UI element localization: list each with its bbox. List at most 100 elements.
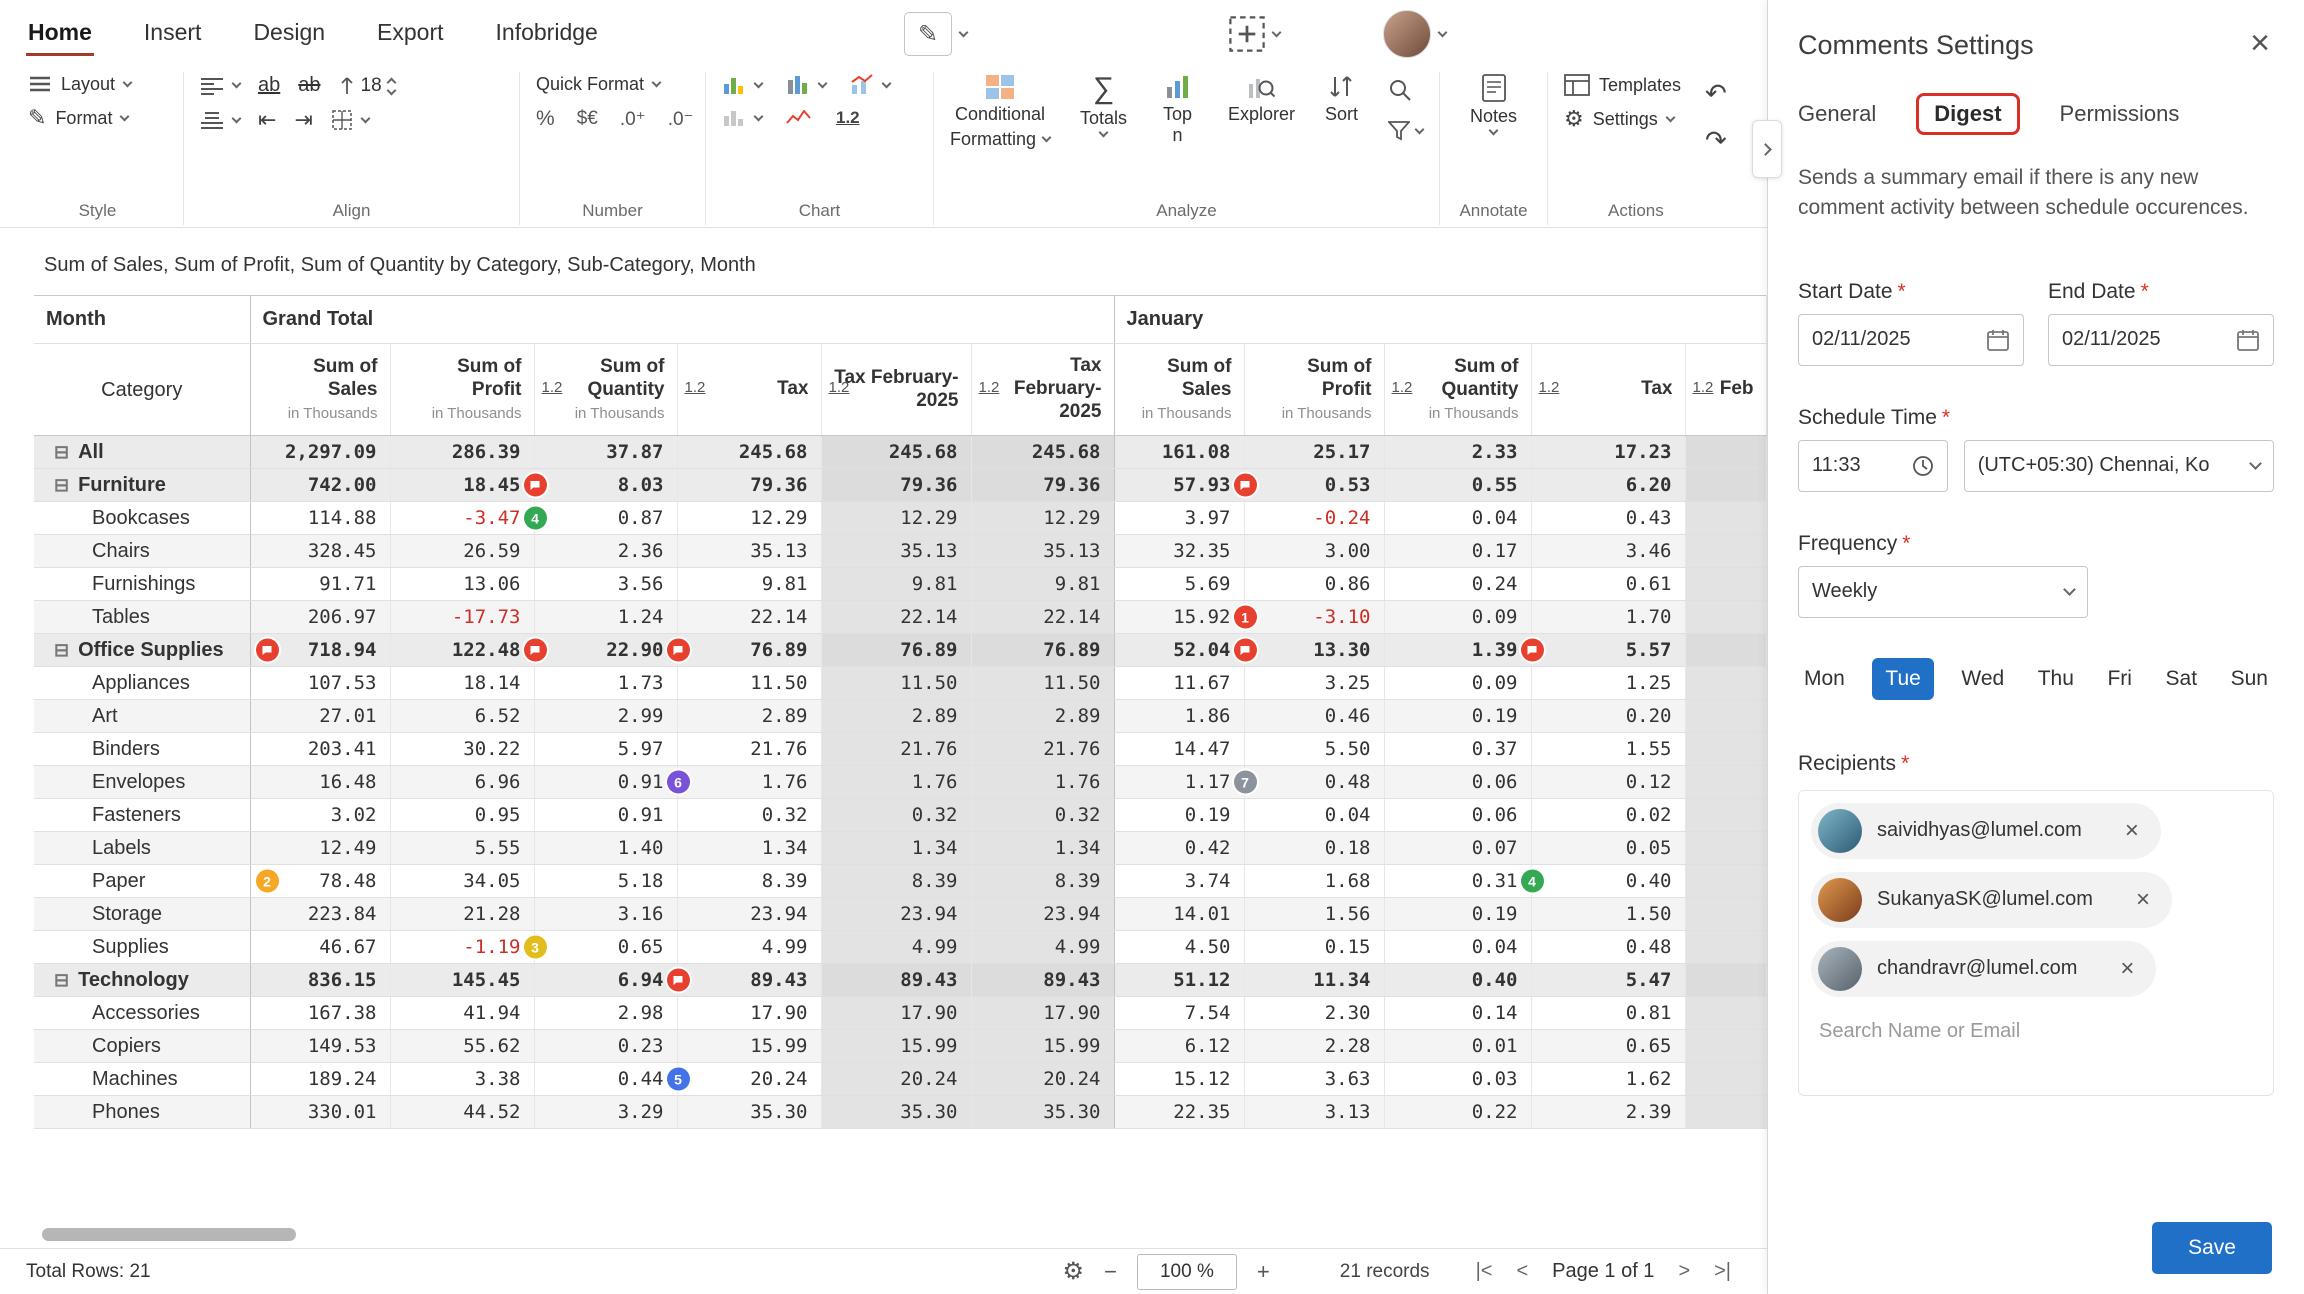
column-header[interactable]: Sum of Sales in Thousands <box>1114 343 1245 436</box>
value-cell[interactable]: 89.43 <box>821 963 972 997</box>
value-cell[interactable]: 57.93 <box>1114 468 1257 502</box>
recipient-chip[interactable]: saividhyas@lumel.com × <box>1811 802 2161 859</box>
decrease-decimal-icon[interactable]: .0⁻ <box>668 108 694 131</box>
value-cell[interactable] <box>1685 897 1767 931</box>
value-cell[interactable]: 1.55 <box>1531 732 1686 766</box>
combo-chart-button[interactable] <box>850 74 892 96</box>
comment-indicator-badge[interactable] <box>1520 638 1544 662</box>
value-cell[interactable]: 149.53 <box>250 1029 391 1063</box>
value-cell[interactable]: 718.94 <box>250 633 391 667</box>
value-cell[interactable]: 161.08 <box>1114 435 1245 469</box>
value-cell[interactable]: 1.86 <box>1114 699 1245 733</box>
category-cell[interactable]: Furnishings <box>34 567 251 601</box>
column-header[interactable]: 1.2 Tax <box>1531 343 1686 436</box>
value-cell[interactable]: 0.20 <box>1531 699 1686 733</box>
value-cell[interactable] <box>1685 798 1767 832</box>
remove-recipient-icon[interactable]: × <box>2136 887 2150 912</box>
value-cell[interactable]: 0.01 <box>1384 1029 1532 1063</box>
layout-button[interactable]: Layout <box>28 74 167 95</box>
number-format-indicator[interactable]: 1.2 <box>829 379 850 397</box>
last-page-button[interactable]: >| <box>1714 1260 1731 1283</box>
category-cell[interactable]: Tables <box>34 600 251 634</box>
comment-count-badge[interactable]: 7 <box>1233 770 1257 794</box>
comment-indicator-badge[interactable] <box>523 638 547 662</box>
value-cell[interactable]: 16.48 <box>250 765 391 799</box>
number-format-indicator[interactable]: 1.2 <box>542 379 563 397</box>
end-date-input[interactable]: 02/11/2025 <box>2048 313 2274 366</box>
collapse-icon[interactable]: ⊟ <box>54 640 69 660</box>
day-mon[interactable]: Mon <box>1798 658 1851 700</box>
next-page-button[interactable]: > <box>1678 1260 1690 1283</box>
value-cell[interactable]: 0.40 <box>1531 864 1686 898</box>
category-cell[interactable]: ⊟ All <box>34 435 251 469</box>
value-cell[interactable] <box>1685 864 1767 898</box>
value-cell[interactable]: 3.46 <box>1531 534 1686 568</box>
day-tue[interactable]: Tue <box>1872 657 1934 700</box>
value-cell[interactable]: 2.89 <box>821 699 972 733</box>
value-cell[interactable]: 0.32 <box>971 798 1115 832</box>
comment-indicator-badge[interactable] <box>666 968 690 992</box>
value-cell[interactable]: 13.30 <box>1244 633 1385 667</box>
value-cell[interactable]: 15.12 <box>1114 1062 1245 1096</box>
column-group-january[interactable]: January <box>1114 295 1767 344</box>
value-cell[interactable]: 35.30 <box>677 1095 822 1129</box>
value-cell[interactable]: 52.04 <box>1114 633 1257 667</box>
value-cell[interactable]: 11.50 <box>971 666 1115 700</box>
value-cell[interactable]: 5.47 <box>1531 963 1686 997</box>
zoom-in-button[interactable]: + <box>1257 1259 1270 1285</box>
value-cell[interactable] <box>1685 534 1767 568</box>
collapse-icon[interactable]: ⊟ <box>54 442 69 462</box>
value-cell[interactable]: 3.16 <box>534 897 678 931</box>
category-cell[interactable]: Bookcases <box>34 501 251 535</box>
panel-collapse-button[interactable] <box>1752 120 1782 178</box>
user-avatar[interactable] <box>1383 10 1431 58</box>
value-cell[interactable]: 0.61 <box>1531 567 1686 601</box>
value-cell[interactable]: 0.06 <box>1384 798 1532 832</box>
calendar-icon[interactable] <box>1986 328 2010 352</box>
value-cell[interactable]: 3.97 <box>1114 501 1245 535</box>
value-cell[interactable] <box>1685 600 1767 634</box>
value-cell[interactable]: 3.02 <box>250 798 391 832</box>
value-cell[interactable]: 23.94 <box>971 897 1115 931</box>
value-cell[interactable]: 78.48 2 <box>250 864 391 898</box>
number-format-button[interactable]: 1.2 <box>836 108 860 128</box>
filter-button[interactable] <box>1388 121 1425 141</box>
value-cell[interactable]: 12.49 <box>250 831 391 865</box>
value-cell[interactable]: 6.94 <box>534 963 690 997</box>
value-cell[interactable]: 76.89 <box>821 633 972 667</box>
value-cell[interactable]: 0.15 <box>1244 930 1385 964</box>
value-cell[interactable] <box>1685 963 1767 997</box>
add-visual-button[interactable] <box>1229 16 1282 52</box>
value-cell[interactable]: 22.35 <box>1114 1095 1245 1129</box>
value-cell[interactable]: 0.03 <box>1384 1062 1532 1096</box>
column-group-grand-total[interactable]: Grand Total <box>250 295 1115 344</box>
comment-count-badge[interactable]: 2 <box>255 869 279 893</box>
value-cell[interactable]: 44.52 <box>390 1095 535 1129</box>
value-cell[interactable]: 21.76 <box>971 732 1115 766</box>
value-cell[interactable]: 2.36 <box>534 534 678 568</box>
value-cell[interactable]: 0.12 <box>1531 765 1686 799</box>
value-cell[interactable]: 2.99 <box>534 699 678 733</box>
value-cell[interactable]: 11.50 <box>821 666 972 700</box>
column-header[interactable]: 1.2 Tax February-2025 <box>971 343 1115 436</box>
value-cell[interactable] <box>1685 831 1767 865</box>
value-cell[interactable]: 0.55 <box>1384 468 1532 502</box>
value-cell[interactable]: -3.47 4 <box>390 501 547 535</box>
value-cell[interactable]: -0.24 <box>1244 501 1385 535</box>
value-cell[interactable]: 11.67 <box>1114 666 1245 700</box>
value-cell[interactable]: 18.45 <box>390 468 547 502</box>
borders-button[interactable] <box>331 109 371 131</box>
value-cell[interactable]: 79.36 <box>821 468 972 502</box>
value-cell[interactable]: 2.98 <box>534 996 678 1030</box>
edit-mode-button[interactable]: ✎ <box>904 12 969 56</box>
zoom-out-button[interactable]: − <box>1104 1259 1117 1285</box>
value-cell[interactable]: 26.59 <box>390 534 535 568</box>
value-cell[interactable]: 0.04 <box>1384 930 1532 964</box>
category-cell[interactable]: Machines <box>34 1062 251 1096</box>
value-cell[interactable]: 22.14 <box>677 600 822 634</box>
value-cell[interactable]: 1.39 <box>1384 633 1544 667</box>
value-cell[interactable]: 330.01 <box>250 1095 391 1129</box>
comment-count-badge[interactable]: 1 <box>1233 605 1257 629</box>
value-cell[interactable]: 6.52 <box>390 699 535 733</box>
start-date-input[interactable]: 02/11/2025 <box>1798 313 2024 366</box>
